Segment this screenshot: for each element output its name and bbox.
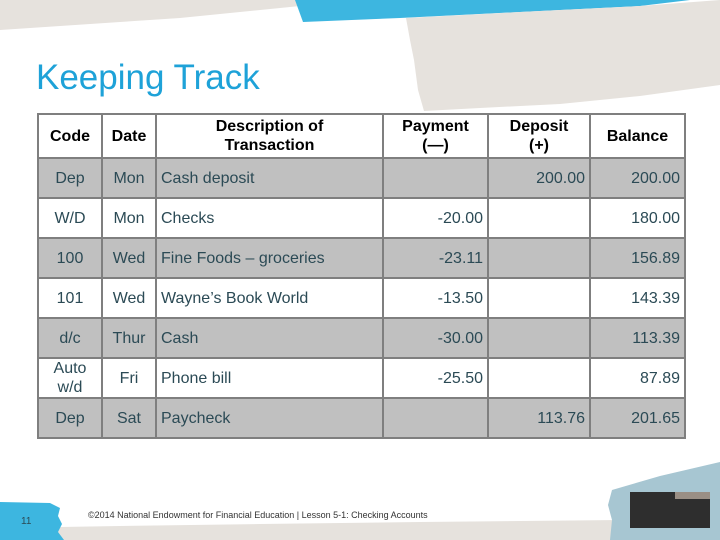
header-description: Description of Transaction: [155, 113, 384, 159]
header-code: Code: [37, 113, 103, 159]
cell-deposit: 200.00: [487, 157, 591, 199]
cell-balance: 201.65: [589, 397, 686, 439]
cell-payment: [382, 157, 489, 199]
cell-deposit: [487, 237, 591, 279]
cell-balance: 156.89: [589, 237, 686, 279]
slide-title: Keeping Track: [36, 58, 260, 97]
table-header-row: Code Date Description of Transaction Pay…: [37, 113, 686, 159]
cell-description: Checks: [155, 197, 384, 239]
cell-deposit: [487, 277, 591, 319]
cell-description: Fine Foods – groceries: [155, 237, 384, 279]
cell-description: Wayne’s Book World: [155, 277, 384, 319]
gray-paper-top-left: [0, 0, 300, 30]
header-date: Date: [101, 113, 157, 159]
cell-description: Cash: [155, 317, 384, 359]
cell-balance: 180.00: [589, 197, 686, 239]
cell-payment: [382, 397, 489, 439]
cell-payment: -13.50: [382, 277, 489, 319]
cell-date: Mon: [101, 157, 157, 199]
cell-date: Sat: [101, 397, 157, 439]
table-row: d/c Thur Cash -30.00 113.39: [37, 317, 686, 359]
cell-code: Dep: [37, 397, 103, 439]
cell-balance: 143.39: [589, 277, 686, 319]
cell-code: d/c: [37, 317, 103, 359]
header-deposit: Deposit (+): [487, 113, 591, 159]
cell-balance: 113.39: [589, 317, 686, 359]
cell-code: Dep: [37, 157, 103, 199]
table-row: Dep Mon Cash deposit 200.00 200.00: [37, 157, 686, 199]
cell-description: Cash deposit: [155, 157, 384, 199]
cell-date: Wed: [101, 237, 157, 279]
blue-tape-bottom-left: [0, 502, 64, 540]
cell-date: Mon: [101, 197, 157, 239]
cell-payment: -25.50: [382, 357, 489, 399]
header-balance: Balance: [589, 113, 686, 159]
cell-deposit: [487, 357, 591, 399]
cell-deposit: [487, 317, 591, 359]
check-register-table: Code Date Description of Transaction Pay…: [37, 113, 686, 439]
header-payment: Payment (—): [382, 113, 489, 159]
cell-code: 100: [37, 237, 103, 279]
table-row: Auto w/d Fri Phone bill -25.50 87.89: [37, 357, 686, 399]
table-row: W/D Mon Checks -20.00 180.00: [37, 197, 686, 239]
table-row: 101 Wed Wayne’s Book World -13.50 143.39: [37, 277, 686, 319]
cell-payment: -23.11: [382, 237, 489, 279]
cell-deposit: [487, 197, 591, 239]
cell-balance: 200.00: [589, 157, 686, 199]
table-row: 100 Wed Fine Foods – groceries -23.11 15…: [37, 237, 686, 279]
cell-balance: 87.89: [589, 357, 686, 399]
cell-date: Thur: [101, 317, 157, 359]
table-row: Dep Sat Paycheck 113.76 201.65: [37, 397, 686, 439]
cell-deposit: 113.76: [487, 397, 591, 439]
cell-date: Wed: [101, 277, 157, 319]
footer-copyright: ©2014 National Endowment for Financial E…: [88, 510, 428, 520]
cell-code: 101: [37, 277, 103, 319]
gray-paper-top-right: [406, 0, 720, 111]
cell-code: W/D: [37, 197, 103, 239]
dark-block-accent: [675, 492, 710, 499]
page-number: 11: [21, 516, 32, 527]
cell-code: Auto w/d: [37, 357, 103, 399]
cell-payment: -30.00: [382, 317, 489, 359]
cell-payment: -20.00: [382, 197, 489, 239]
cell-description: Phone bill: [155, 357, 384, 399]
cell-date: Fri: [101, 357, 157, 399]
gray-paper-bottom: [0, 520, 620, 540]
cell-description: Paycheck: [155, 397, 384, 439]
